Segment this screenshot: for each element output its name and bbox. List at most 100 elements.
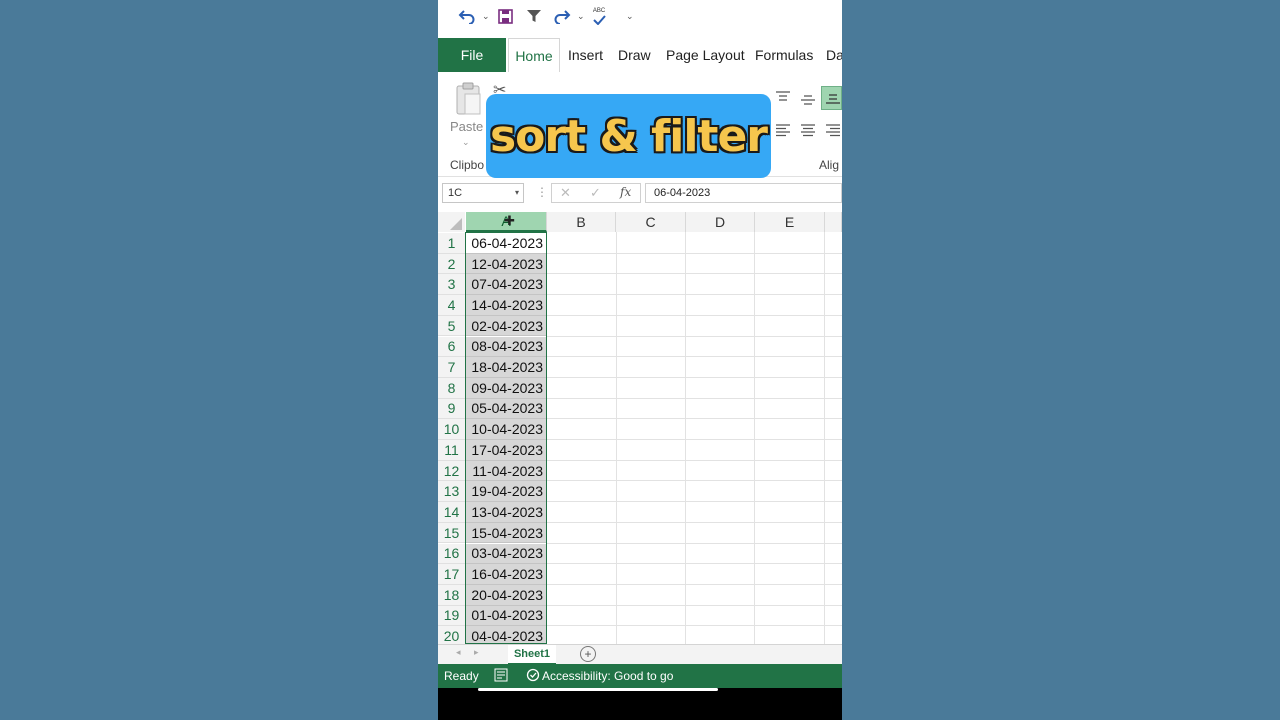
grid-line — [546, 501, 842, 503]
title-banner: sort & filter — [486, 94, 771, 178]
row-header[interactable]: 3 — [438, 274, 465, 296]
save-icon[interactable] — [498, 6, 513, 26]
grid-line — [546, 418, 842, 420]
align-middle-icon[interactable] — [801, 92, 815, 110]
grid-line — [546, 397, 842, 399]
paste-icon[interactable] — [454, 82, 482, 121]
accessibility-status[interactable]: Accessibility: Good to go — [542, 669, 673, 683]
grid-line — [546, 521, 842, 523]
customize-qat-icon[interactable]: ⌄ — [626, 11, 634, 22]
grid-line — [546, 314, 842, 316]
spelling-icon[interactable]: ABC — [592, 6, 606, 26]
column-header-d[interactable]: D — [686, 212, 755, 232]
filter-icon[interactable] — [526, 6, 542, 26]
row-header[interactable]: 4 — [438, 295, 465, 316]
formula-actions: ✕ ✓ fx — [551, 183, 641, 203]
tab-draw[interactable]: Draw — [618, 38, 651, 72]
system-navigation-bar — [438, 688, 842, 720]
sheet-tab-sheet1[interactable]: Sheet1 — [508, 645, 556, 665]
ribbon-tabs: File Home Insert Draw Page Layout Formul… — [438, 38, 842, 72]
column-header-a[interactable]: A ✚ — [466, 212, 547, 232]
scroll-right-icon[interactable]: ▸ — [474, 647, 479, 658]
row-header[interactable]: 19 — [438, 605, 465, 627]
row-header[interactable]: 1 — [438, 233, 465, 254]
grid-line — [546, 583, 842, 585]
grid-line — [546, 459, 842, 461]
clipboard-group-label: Clipbo — [450, 158, 485, 172]
alignment-group-label: Alig — [819, 158, 840, 172]
align-top-icon[interactable] — [776, 88, 790, 106]
redo-icon[interactable] — [553, 6, 571, 26]
status-bar: Ready Accessibility: Good to go — [438, 664, 842, 688]
more-options-icon[interactable]: ⋮ — [536, 185, 548, 199]
grid-line — [546, 294, 842, 296]
align-left-icon[interactable] — [776, 124, 790, 142]
undo-icon[interactable] — [458, 6, 476, 26]
column-header-b[interactable]: B — [547, 212, 616, 232]
row-header[interactable]: 8 — [438, 377, 465, 399]
row-header[interactable]: 16 — [438, 543, 465, 565]
name-box[interactable]: 1C ▾ — [442, 183, 524, 203]
row-header[interactable]: 6 — [438, 336, 465, 358]
banner-text: sort & filter — [489, 110, 768, 162]
worksheet-grid: A ✚ B C D E 1 06-04-2023 2 12-04-2023 3 07-04… — [438, 212, 842, 644]
column-header-e[interactable]: E — [755, 212, 825, 232]
paste-dropdown-icon[interactable]: ⌄ — [462, 137, 470, 148]
sheet-tab-bar: ◂ ▸ Sheet1 + — [438, 644, 842, 665]
add-sheet-icon[interactable]: + — [580, 646, 596, 662]
cross-cursor-icon: ✚ — [504, 213, 515, 228]
undo-dropdown-icon[interactable]: ⌄ — [482, 11, 490, 22]
grid-line — [546, 563, 842, 565]
row-header[interactable]: 5 — [438, 315, 465, 337]
tab-insert[interactable]: Insert — [568, 38, 603, 72]
row-header[interactable]: 17 — [438, 564, 465, 585]
selection-border — [465, 232, 547, 644]
name-box-value: 1C — [448, 187, 463, 199]
formula-bar: 1C ▾ ⋮ ✕ ✓ fx 06-04-2023 — [438, 180, 842, 206]
redo-dropdown-icon[interactable]: ⌄ — [577, 11, 585, 22]
grid-line — [546, 542, 842, 544]
formula-input[interactable]: 06-04-2023 — [645, 183, 842, 203]
row-header[interactable]: 9 — [438, 398, 465, 420]
enter-icon[interactable]: ✓ — [590, 185, 601, 201]
name-box-dropdown-icon[interactable]: ▾ — [515, 184, 519, 202]
home-indicator[interactable] — [478, 688, 718, 691]
row-header[interactable]: 11 — [438, 440, 465, 461]
column-header-c[interactable]: C — [616, 212, 686, 232]
row-header[interactable]: 15 — [438, 522, 465, 544]
tab-formulas[interactable]: Formulas — [755, 38, 813, 72]
row-header[interactable]: 18 — [438, 584, 465, 606]
align-bottom-button[interactable] — [821, 86, 842, 110]
tab-file[interactable]: File — [438, 38, 506, 72]
column-header-f[interactable] — [825, 212, 842, 232]
status-ready: Ready — [444, 669, 479, 683]
row-header[interactable]: 13 — [438, 481, 465, 503]
grid-line — [546, 439, 842, 440]
row-header[interactable]: 2 — [438, 253, 465, 275]
grid-line — [546, 480, 842, 482]
macro-record-icon[interactable] — [494, 668, 508, 685]
select-all-corner[interactable] — [438, 212, 465, 232]
cancel-icon[interactable]: ✕ — [560, 185, 571, 201]
accessibility-icon[interactable] — [526, 668, 540, 685]
row-header[interactable]: 20 — [438, 626, 465, 644]
grid-line — [546, 335, 842, 337]
row-header[interactable]: 7 — [438, 357, 465, 378]
scroll-left-icon[interactable]: ◂ — [456, 647, 461, 658]
row-header[interactable]: 12 — [438, 460, 465, 482]
align-right-icon[interactable] — [826, 124, 840, 142]
tab-page-layout[interactable]: Page Layout — [666, 38, 745, 72]
grid-line — [546, 252, 842, 254]
quick-access-toolbar: ⌄ ⌄ ABC ⌄ — [438, 0, 842, 36]
tab-home[interactable]: Home — [508, 38, 560, 72]
spelling-abc-text: ABC — [592, 7, 606, 14]
insert-function-icon[interactable]: fx — [620, 185, 631, 199]
align-center-icon[interactable] — [801, 124, 815, 142]
grid-line — [546, 604, 842, 606]
row-header[interactable]: 10 — [438, 419, 465, 440]
paste-button-label[interactable]: Paste — [450, 119, 483, 134]
grid-line — [546, 625, 842, 627]
row-header[interactable]: 14 — [438, 502, 465, 523]
grid-line — [546, 376, 842, 378]
tab-data[interactable]: Da — [826, 38, 842, 72]
